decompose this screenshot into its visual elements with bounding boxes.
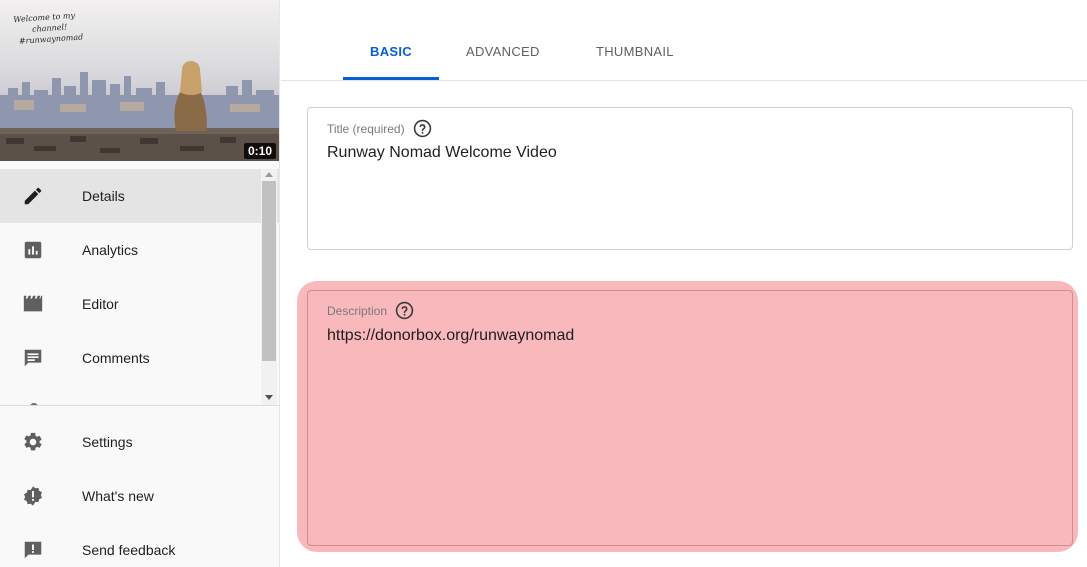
sidebar-item-comments[interactable]: Comments [0, 331, 279, 385]
description-input[interactable]: https://donorbox.org/runwaynomad [327, 327, 574, 345]
sidebar-item-send-feedback[interactable]: Send feedback [0, 523, 279, 567]
description-label-text: Description [327, 303, 388, 318]
sidebar-divider [0, 405, 279, 406]
help-icon[interactable] [395, 301, 414, 320]
title-field-label: Title (required) [327, 119, 432, 138]
details-panel: BASIC ADVANCED THUMBNAIL Title (required… [281, 0, 1087, 567]
gear-icon [22, 431, 44, 453]
title-input[interactable]: Runway Nomad Welcome Video [327, 144, 557, 162]
pencil-icon [22, 185, 44, 207]
sidebar-item-label: Editor [82, 296, 119, 312]
sidebar-item-label: Analytics [82, 242, 139, 258]
sidebar-item-settings[interactable]: Settings [0, 415, 279, 469]
tab-advanced[interactable]: ADVANCED [466, 44, 540, 59]
feedback-icon [22, 539, 44, 561]
title-field[interactable]: Title (required) Runway Nomad Welcome Vi… [307, 107, 1073, 250]
tab-thumbnail[interactable]: THUMBNAIL [596, 44, 674, 59]
description-field-label: Description [327, 301, 414, 320]
sidebar-item-label: Send feedback [82, 542, 176, 558]
tab-basic[interactable]: BASIC [370, 44, 412, 59]
help-icon[interactable] [413, 119, 432, 138]
sidebar-item-details[interactable]: Details [0, 169, 279, 223]
scroll-up-arrow-icon[interactable] [265, 172, 273, 177]
comment-icon [22, 347, 44, 369]
video-duration: 0:10 [243, 143, 276, 159]
new-badge-icon [22, 485, 44, 507]
sidebar-bottom-nav: Settings What's new Send feedback [0, 415, 279, 567]
analytics-icon [22, 239, 44, 261]
sidebar-item-analytics[interactable]: Analytics [0, 223, 279, 277]
description-field[interactable]: Description https://donorbox.org/runwayn… [307, 290, 1073, 546]
clapperboard-icon [22, 293, 44, 315]
sidebar-item-label: Details [82, 188, 125, 204]
video-thumbnail[interactable]: Welcome to my channel! #runwaynomad 0:10 [0, 0, 279, 161]
sidebar-scrollbar[interactable] [261, 169, 277, 405]
active-tab-indicator [343, 77, 439, 80]
sidebar-item-label: Settings [82, 434, 133, 450]
sidebar-item-editor[interactable]: Editor [0, 277, 279, 331]
tab-bar: BASIC ADVANCED THUMBNAIL [281, 0, 1087, 81]
sidebar-item-label: Comments [82, 350, 150, 366]
sidebar: Welcome to my channel! #runwaynomad 0:10… [0, 0, 280, 567]
title-label-text: Title (required) [327, 121, 405, 136]
sidebar-nav: Details Analytics Editor Comments [0, 169, 279, 405]
sidebar-item-label: What's new [82, 488, 154, 504]
scrollbar-thumb[interactable] [262, 181, 276, 361]
scroll-down-arrow-icon[interactable] [265, 395, 273, 400]
sidebar-item-whats-new[interactable]: What's new [0, 469, 279, 523]
